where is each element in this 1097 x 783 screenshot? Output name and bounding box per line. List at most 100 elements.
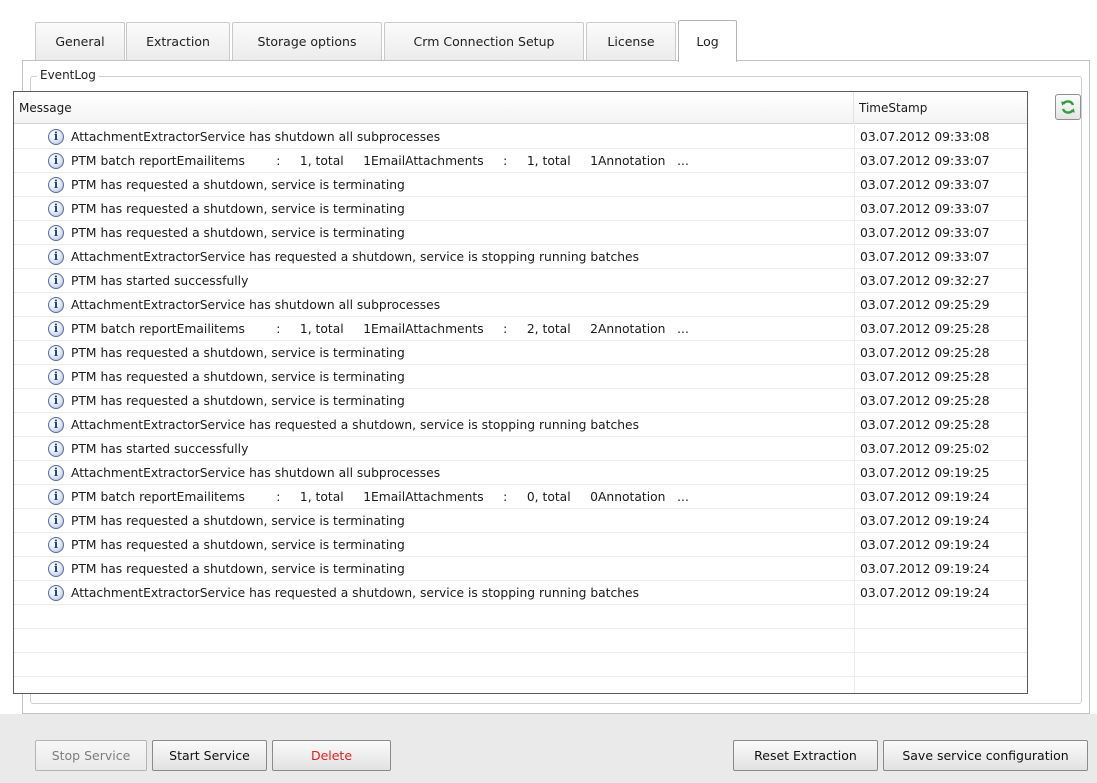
message-cell: PTM has started successfully [71,442,249,456]
tab-label: License [607,34,655,49]
table-row[interactable]: i AttachmentExtractorService has requeste… [14,581,1027,605]
delete-button[interactable]: Delete [272,740,391,771]
eventlog-list[interactable]: Message TimeStamp i AttachmentExtractorSe… [13,91,1028,694]
info-icon: i [48,297,64,313]
info-icon: i [48,465,64,481]
table-row[interactable]: i PTM has started successfully 03.07.2012 … [14,269,1027,293]
info-icon: i [48,249,64,265]
message-cell: PTM batch reportEmailitems : 1, total 1E… [71,490,689,504]
info-icon: i [48,153,64,169]
timestamp-cell: 03.07.2012 09:19:24 [860,562,990,576]
tab-crm-connection-setup[interactable]: Crm Connection Setup [384,22,584,60]
timestamp-cell: 03.07.2012 09:19:24 [860,586,990,600]
table-row[interactable]: i PTM has requested a shutdown, service i… [14,389,1027,413]
table-row [14,629,1027,653]
timestamp-cell: 03.07.2012 09:25:28 [860,370,990,384]
table-row[interactable]: i PTM batch reportEmailitems : 1, total 1… [14,317,1027,341]
column-header-message[interactable]: Message [14,92,854,124]
info-icon: i [48,393,64,409]
info-icon: i [48,585,64,601]
timestamp-cell: 03.07.2012 09:33:08 [860,130,990,144]
table-row[interactable]: i AttachmentExtractorService has requeste… [14,245,1027,269]
table-row[interactable]: i PTM has requested a shutdown, service i… [14,509,1027,533]
info-icon: i [48,201,64,217]
tab-general[interactable]: General [35,22,125,60]
message-cell: PTM has started successfully [71,274,249,288]
info-icon: i [48,561,64,577]
tab-extraction[interactable]: Extraction [126,22,230,60]
table-row[interactable]: i PTM has started successfully 03.07.2012 … [14,437,1027,461]
tab-log[interactable]: Log [678,20,737,62]
table-row[interactable]: i PTM has requested a shutdown, service i… [14,197,1027,221]
table-row[interactable]: i PTM has requested a shutdown, service i… [14,173,1027,197]
message-cell: PTM has requested a shutdown, service is… [71,202,405,216]
timestamp-cell: 03.07.2012 09:25:28 [860,394,990,408]
table-row [14,677,1027,693]
timestamp-cell: 03.07.2012 09:19:24 [860,514,990,528]
table-row[interactable]: i AttachmentExtractorService has shutdown… [14,293,1027,317]
column-header-timestamp[interactable]: TimeStamp [854,92,1027,124]
message-cell: AttachmentExtractorService has requested… [71,250,640,264]
reset-extraction-button[interactable]: Reset Extraction [733,740,878,771]
timestamp-cell: 03.07.2012 09:33:07 [860,154,990,168]
info-icon: i [48,441,64,457]
message-cell: AttachmentExtractorService has shutdown … [71,130,441,144]
table-row[interactable]: i PTM has requested a shutdown, service i… [14,365,1027,389]
table-row[interactable]: i AttachmentExtractorService has requeste… [14,413,1027,437]
table-row[interactable]: i PTM has requested a shutdown, service i… [14,557,1027,581]
table-row[interactable]: i PTM has requested a shutdown, service i… [14,533,1027,557]
table-row [14,653,1027,677]
timestamp-cell: 03.07.2012 09:25:28 [860,322,990,336]
message-cell: AttachmentExtractorService has shutdown … [71,298,441,312]
timestamp-cell: 03.07.2012 09:25:29 [860,298,990,312]
info-icon: i [48,369,64,385]
refresh-icon [1061,100,1075,114]
tab-label: Crm Connection Setup [413,34,555,49]
table-row[interactable]: i PTM has requested a shutdown, service i… [14,341,1027,365]
timestamp-cell: 03.07.2012 09:33:07 [860,202,990,216]
info-icon: i [48,417,64,433]
start-service-button[interactable]: Start Service [152,740,267,771]
message-cell: PTM has requested a shutdown, service is… [71,226,405,240]
tab-license[interactable]: License [586,22,676,60]
timestamp-cell: 03.07.2012 09:32:27 [860,274,990,288]
table-row [14,605,1027,629]
message-cell: PTM has requested a shutdown, service is… [71,346,405,360]
info-icon: i [48,225,64,241]
timestamp-cell: 03.07.2012 09:33:07 [860,178,990,192]
table-row[interactable]: i PTM batch reportEmailitems : 1, total 1… [14,149,1027,173]
info-icon: i [48,489,64,505]
message-cell: AttachmentExtractorService has shutdown … [71,466,441,480]
table-row[interactable]: i AttachmentExtractorService has shutdown… [14,461,1027,485]
tab-label: Storage options [257,34,357,49]
refresh-button[interactable] [1055,94,1081,120]
message-cell: PTM has requested a shutdown, service is… [71,538,405,552]
timestamp-cell: 03.07.2012 09:19:25 [860,466,990,480]
info-icon: i [48,321,64,337]
timestamp-cell: 03.07.2012 09:25:02 [860,442,990,456]
message-cell: PTM batch reportEmailitems : 1, total 1E… [71,322,689,336]
eventlog-group-label: EventLog [37,68,99,82]
stop-service-button[interactable]: Stop Service [35,740,147,771]
info-icon: i [48,345,64,361]
timestamp-cell: 03.07.2012 09:19:24 [860,490,990,504]
service-config-window: General Extraction Storage options Crm C… [0,0,1097,783]
tab-label: General [55,34,105,49]
list-header: Message TimeStamp [14,92,1027,124]
tab-label: Log [696,34,719,49]
tab-storage-options[interactable]: Storage options [232,22,382,60]
message-cell: AttachmentExtractorService has requested… [71,586,640,600]
tab-label: Extraction [146,34,210,49]
message-cell: PTM has requested a shutdown, service is… [71,514,405,528]
table-row[interactable]: i AttachmentExtractorService has shutdown… [14,125,1027,149]
save-service-configuration-button[interactable]: Save service configuration [883,740,1088,771]
table-row[interactable]: i PTM batch reportEmailitems : 1, total 1… [14,485,1027,509]
message-cell: PTM has requested a shutdown, service is… [71,394,405,408]
info-icon: i [48,537,64,553]
message-cell: PTM has requested a shutdown, service is… [71,370,405,384]
timestamp-cell: 03.07.2012 09:25:28 [860,418,990,432]
bottom-button-bar: Stop Service Start Service Delete Reset … [0,714,1097,783]
table-row[interactable]: i PTM has requested a shutdown, service i… [14,221,1027,245]
message-cell: PTM has requested a shutdown, service is… [71,562,405,576]
message-cell: PTM has requested a shutdown, service is… [71,178,405,192]
